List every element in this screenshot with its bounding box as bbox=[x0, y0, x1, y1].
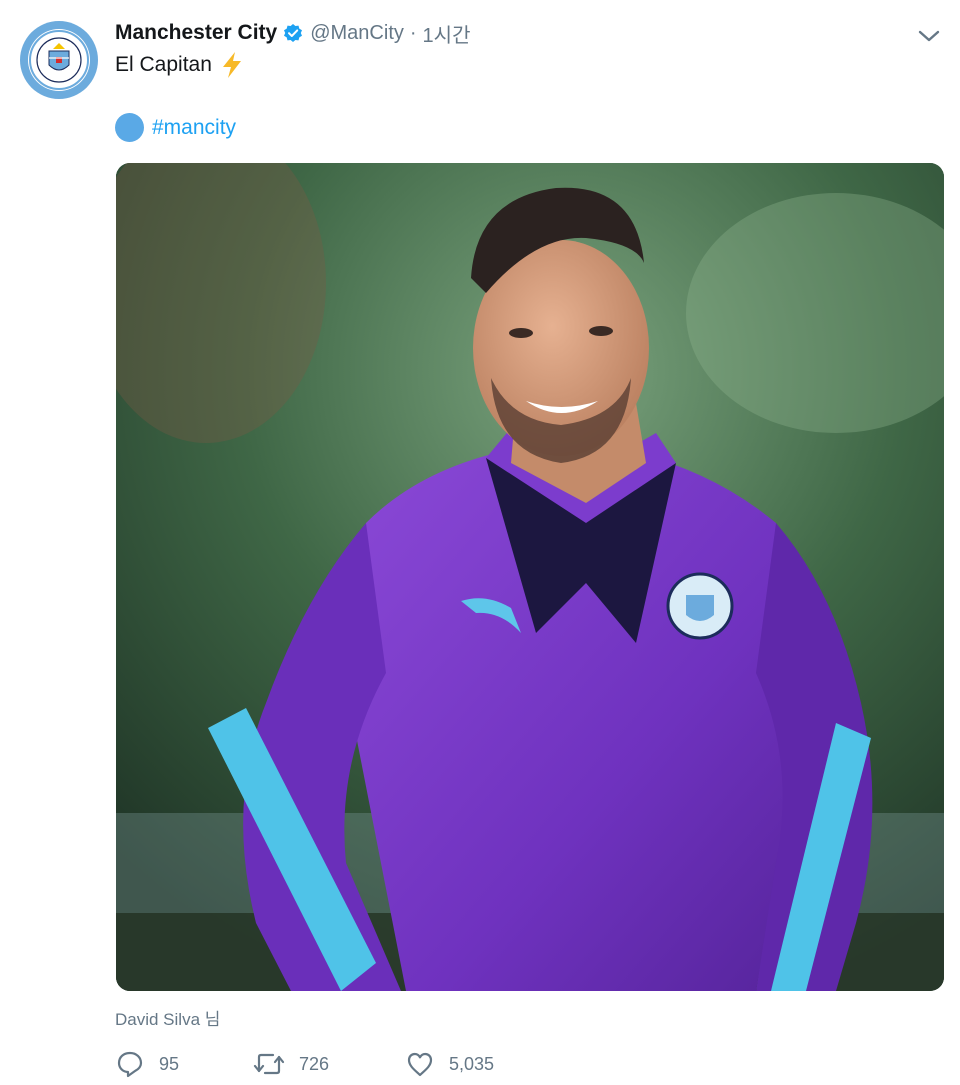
author-name[interactable]: Manchester City bbox=[115, 21, 277, 45]
reply-count: 95 bbox=[159, 1053, 180, 1074]
hashtag-row: #mancity bbox=[115, 113, 236, 142]
high-voltage-emoji-icon bbox=[219, 51, 245, 79]
tagged-user[interactable]: David Silva 님 bbox=[115, 1005, 220, 1030]
avatar[interactable] bbox=[20, 21, 98, 99]
tweet-text: El Capitan bbox=[115, 51, 245, 79]
verified-badge-icon bbox=[283, 23, 303, 43]
retweet-button[interactable]: 726 bbox=[253, 1049, 355, 1079]
tweet-actions: 95 726 5,035 bbox=[115, 1046, 534, 1082]
like-button[interactable]: 5,035 bbox=[405, 1049, 494, 1079]
tweet-photo[interactable] bbox=[116, 163, 944, 991]
tweet-body: El Capitan bbox=[115, 53, 212, 76]
chevron-down-icon[interactable] bbox=[917, 26, 941, 46]
reply-button[interactable]: 95 bbox=[115, 1049, 207, 1079]
author-handle[interactable]: @ManCity bbox=[310, 22, 404, 45]
retweet-icon bbox=[253, 1053, 285, 1075]
retweet-count: 726 bbox=[299, 1053, 330, 1074]
timestamp[interactable]: 1시간 bbox=[423, 19, 471, 48]
heart-icon bbox=[407, 1052, 433, 1077]
player-photo-image bbox=[116, 163, 944, 991]
hashtag-link[interactable]: #mancity bbox=[152, 116, 236, 140]
reply-icon bbox=[117, 1051, 143, 1078]
tweet-header: Manchester City @ManCity · 1시간 bbox=[115, 18, 470, 48]
man-city-crest-icon bbox=[28, 29, 90, 91]
like-count: 5,035 bbox=[449, 1053, 495, 1074]
blue-circle-emoji-icon bbox=[115, 113, 144, 142]
separator-dot: · bbox=[409, 21, 417, 44]
